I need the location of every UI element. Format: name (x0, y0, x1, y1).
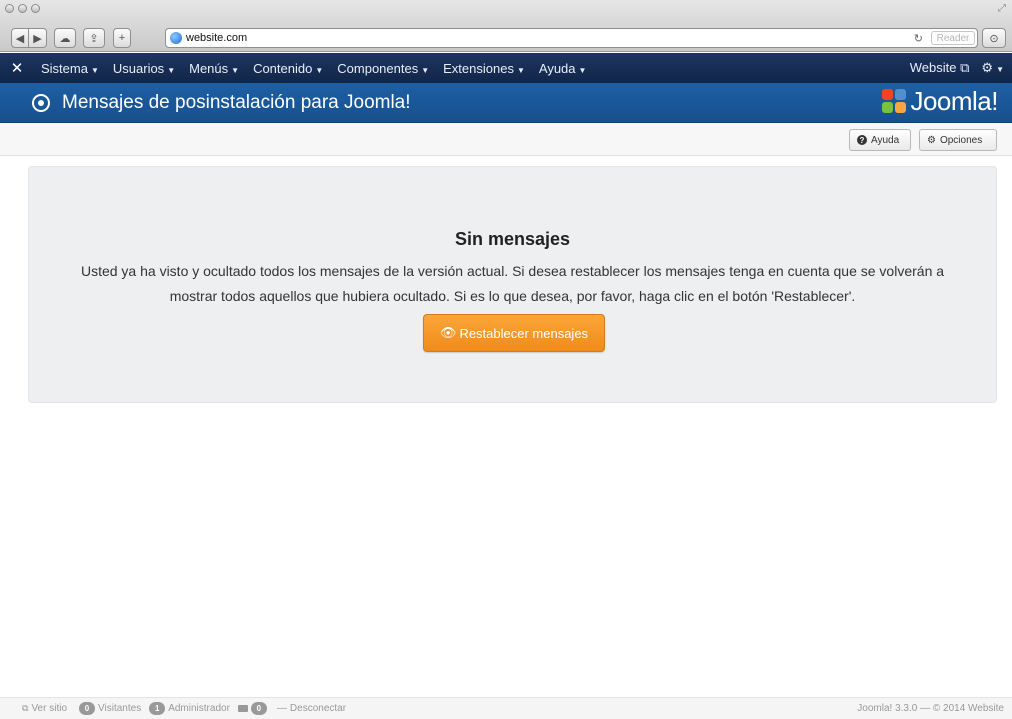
admin-menu-right: Website ⧉ ⚙ ▼ (910, 53, 1004, 83)
fullscreen-icon[interactable]: ⤢ (998, 3, 1006, 14)
visitors-status: 0 Visitantes (79, 702, 141, 715)
panel-title: Sin mensajes (454, 229, 571, 249)
browser-nav-buttons: ◀ ▶ ☁ ⇪ + (11, 28, 131, 48)
new-tab-button[interactable]: + (113, 28, 131, 48)
forward-button[interactable]: ▶ (29, 28, 47, 48)
reset-messages-button[interactable]: 👁 Restablecer mensajes (423, 314, 605, 352)
question-icon: ? (857, 135, 867, 145)
caret-down-icon: ▼ (578, 65, 587, 75)
page-header: Mensajes de posinstalación para Joomla! … (0, 83, 1012, 123)
eye-icon: 👁 (439, 325, 457, 340)
minimize-window-button[interactable] (18, 4, 27, 13)
joomla-logo: Joomla! (882, 86, 998, 117)
caret-down-icon: ▼ (231, 65, 240, 75)
menu-ayuda[interactable]: Ayuda ▼ (532, 61, 594, 76)
caret-down-icon: ▼ (167, 65, 176, 75)
logout-link[interactable]: — Desconectar (274, 703, 346, 714)
admins-status: 1 Administrador (149, 702, 230, 715)
menu-extensiones[interactable]: Extensiones ▼ (436, 61, 532, 76)
mail-icon (237, 705, 248, 712)
admins-count-badge: 1 (149, 702, 166, 715)
caret-down-icon: ▼ (421, 65, 430, 75)
visitors-count-badge: 0 (79, 702, 96, 715)
joomla-menu-icon[interactable]: ✕ (0, 59, 34, 77)
joomla-logo-icon (882, 88, 908, 115)
globe-icon (170, 32, 182, 44)
gear-icon: ⚙ (927, 134, 936, 146)
icloud-tabs-button[interactable]: ☁ (54, 28, 76, 48)
reload-icon[interactable]: ↻ (914, 32, 923, 45)
browser-window-chrome: ⤢ ◀ ▶ ☁ ⇪ + website.com ↻ Reader ⊙ (0, 0, 1012, 52)
target-icon (32, 94, 50, 112)
external-link-icon: ⧉ (22, 703, 29, 713)
caret-down-icon: ▼ (90, 65, 99, 75)
menu-sistema[interactable]: Sistema ▼ (34, 61, 106, 76)
admin-menu-bar: ✕ Sistema ▼ Usuarios ▼ Menús ▼ Contenido ▼ C… (0, 53, 1012, 83)
messages-status[interactable]: 0 (237, 702, 270, 715)
caret-down-icon: ▼ (516, 65, 525, 75)
window-controls (5, 4, 40, 13)
menu-componentes[interactable]: Componentes ▼ (330, 61, 436, 76)
status-bar: ⧉ Ver sitio 0 Visitantes 1 Administrador… (0, 697, 1012, 719)
reader-button[interactable]: Reader (931, 31, 975, 45)
options-button[interactable]: ⚙ Opciones (919, 129, 997, 151)
minus-icon: — (276, 703, 287, 714)
caret-down-icon: ▼ (996, 65, 1004, 74)
zoom-window-button[interactable] (31, 4, 40, 13)
view-site-link[interactable]: ⧉ Ver sitio (22, 703, 67, 714)
menu-usuarios[interactable]: Usuarios ▼ (106, 61, 182, 76)
menu-menus[interactable]: Menús ▼ (182, 61, 246, 76)
url-text: website.com (186, 32, 248, 44)
user-settings-menu[interactable]: ⚙ ▼ (981, 60, 1004, 76)
joomla-logo-text: Joomla! (910, 86, 998, 116)
admin-menu: Sistema ▼ Usuarios ▼ Menús ▼ Contenido ▼ Com… (34, 61, 593, 76)
address-bar[interactable]: website.com ↻ Reader (165, 28, 978, 48)
menu-contenido[interactable]: Contenido ▼ (246, 61, 330, 76)
close-window-button[interactable] (5, 4, 14, 13)
caret-down-icon: ▼ (315, 65, 324, 75)
messages-count-badge: 0 (250, 702, 267, 715)
website-link[interactable]: Website ⧉ (910, 60, 970, 76)
copyright-text: Joomla! 3.3.0 — © 2014 Website (857, 703, 1004, 714)
toolbar: ? Ayuda ⚙ Opciones (0, 123, 1012, 156)
panel-description: Usted ya ha visto y ocultado todos los m… (80, 263, 945, 304)
back-button[interactable]: ◀ (11, 28, 29, 48)
help-button[interactable]: ? Ayuda (849, 129, 911, 151)
no-messages-panel: Sin mensajes Usted ya ha visto y ocultad… (28, 166, 997, 403)
gear-icon: ⚙ (981, 60, 994, 75)
external-link-icon: ⧉ (960, 60, 970, 75)
share-button[interactable]: ⇪ (83, 28, 105, 48)
downloads-button[interactable]: ⊙ (982, 28, 1006, 48)
page-title: Mensajes de posinstalación para Joomla! (62, 91, 411, 113)
